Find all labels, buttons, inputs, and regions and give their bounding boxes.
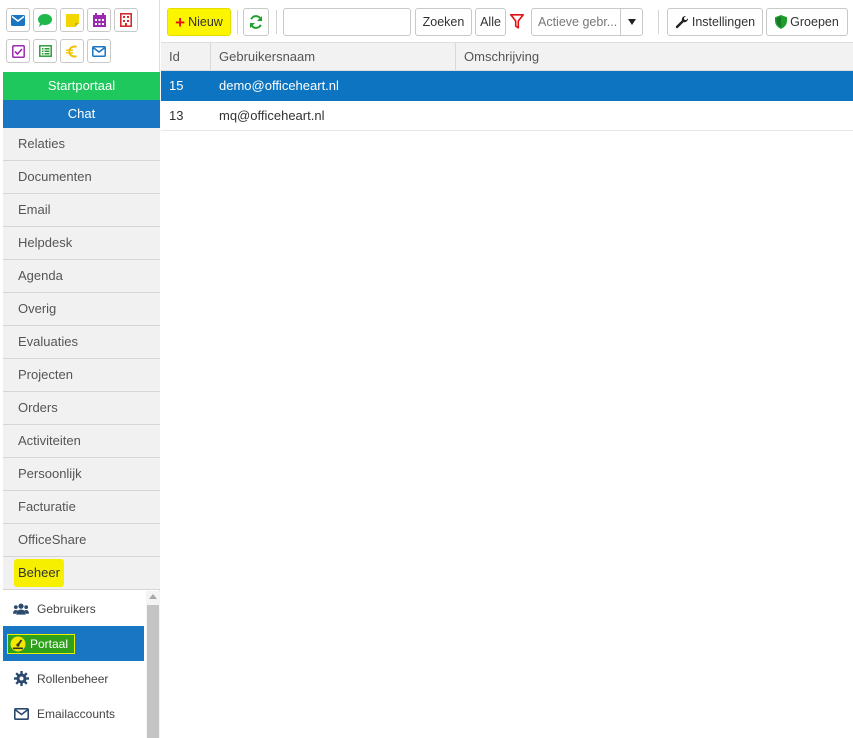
envelope-outline-icon[interactable] <box>87 39 111 63</box>
submenu-item-rollenbeheer[interactable]: Rollenbeheer <box>3 661 144 696</box>
menu-item-evaluaties[interactable]: Evaluaties <box>3 326 160 359</box>
sticky-note-icon[interactable] <box>60 8 84 32</box>
settings-button[interactable]: Instellingen <box>667 8 763 36</box>
submenu-item-label: Portaal <box>30 636 69 651</box>
menu-item-overig[interactable]: Overig <box>3 293 160 326</box>
mail-icon[interactable] <box>6 8 30 32</box>
menu-item-label: Orders <box>18 400 58 415</box>
groups-button-label: Groepen <box>790 15 839 29</box>
toolbar: + Nieuw Zoeken Alle Actieve gebr... Inst… <box>164 5 853 38</box>
menu-item-label: Activiteiten <box>18 433 81 448</box>
menu-item-helpdesk[interactable]: Helpdesk <box>3 227 160 260</box>
all-button[interactable]: Alle <box>475 8 506 36</box>
users-icon <box>13 601 29 617</box>
cell-id: 15 <box>169 78 184 93</box>
building-icon[interactable] <box>114 8 138 32</box>
new-button[interactable]: + Nieuw <box>167 8 231 36</box>
cell-username: demo@officeheart.nl <box>219 78 339 93</box>
beheer-submenu: Gebruikers Portaal Rollenbeheer Emailacc… <box>3 591 160 738</box>
scroll-thumb[interactable] <box>147 605 159 738</box>
submenu-item-label: Gebruikers <box>37 601 96 616</box>
chat-bubble-icon[interactable] <box>33 8 57 32</box>
scroll-up-arrow[interactable] <box>149 594 157 599</box>
users-table: Id Gebruikersnaam Omschrijving 15 demo@o… <box>161 42 853 131</box>
menu-item-label: Persoonlijk <box>18 466 82 481</box>
menu-item-label: Documenten <box>18 169 92 184</box>
menu-item-label: Relaties <box>18 136 65 151</box>
submenu-item-gebruikers[interactable]: Gebruikers <box>3 591 144 626</box>
menu-item-documenten[interactable]: Documenten <box>3 161 160 194</box>
menu-item-activiteiten[interactable]: Activiteiten <box>3 425 160 458</box>
menu-item-persoonlijk[interactable]: Persoonlijk <box>3 458 160 491</box>
plus-icon: + <box>175 12 186 32</box>
refresh-button[interactable] <box>243 8 269 36</box>
portaal-highlight: Portaal <box>7 633 76 654</box>
checkbox-icon[interactable] <box>6 39 30 63</box>
menu-item-relaties[interactable]: Relaties <box>3 128 160 161</box>
toolbar-divider <box>237 10 238 34</box>
user-filter-value: Actieve gebr... <box>538 15 618 29</box>
table-row[interactable]: 15 demo@officeheart.nl <box>161 71 853 101</box>
groups-button[interactable]: Groepen <box>766 8 848 36</box>
column-header-description[interactable]: Omschrijving <box>456 43 853 70</box>
main-menu: Relaties Documenten Email Helpdesk Agend… <box>3 128 160 590</box>
menu-item-beheer[interactable]: Beheer <box>3 557 160 590</box>
menu-item-label: Evaluaties <box>18 334 78 349</box>
menu-item-label: Helpdesk <box>18 235 73 250</box>
menu-item-label: Facturatie <box>18 499 76 514</box>
refresh-icon <box>249 15 263 29</box>
submenu-item-emailaccounts[interactable]: Emailaccounts <box>3 696 144 731</box>
dashboard-icon <box>10 636 26 652</box>
shield-icon <box>775 15 788 29</box>
column-header-id[interactable]: Id <box>161 43 211 70</box>
submenu-item-label: Emailaccounts <box>37 706 116 721</box>
menu-item-label: Overig <box>18 301 57 316</box>
toolbar-divider <box>276 10 277 34</box>
menu-item-label: Projecten <box>18 367 73 382</box>
menu-item-facturatie[interactable]: Facturatie <box>3 491 160 524</box>
toolbar-divider <box>658 10 659 34</box>
table-row[interactable]: 13 mq@officeheart.nl <box>161 101 853 131</box>
chevron-down-icon <box>620 9 642 35</box>
menu-item-email[interactable]: Email <box>3 194 160 227</box>
wrench-icon <box>675 15 689 29</box>
settings-button-label: Instellingen <box>691 15 756 29</box>
menu-item-agenda[interactable]: Agenda <box>3 260 160 293</box>
startportaal-button[interactable]: Startportaal <box>3 72 160 100</box>
table-header: Id Gebruikersnaam Omschrijving <box>161 42 853 71</box>
cell-id: 13 <box>169 108 184 123</box>
list-icon[interactable] <box>33 39 57 63</box>
menu-item-orders[interactable]: Orders <box>3 392 160 425</box>
menu-item-officeshare[interactable]: OfficeShare <box>3 524 160 557</box>
menu-item-label: Agenda <box>18 268 63 283</box>
submenu-scrollbar[interactable] <box>146 591 160 738</box>
cell-description <box>456 101 853 130</box>
cog-icon <box>13 671 29 687</box>
menu-item-label: OfficeShare <box>18 532 87 547</box>
submenu-item-label: Rollenbeheer <box>37 671 109 686</box>
filter-icon <box>510 14 524 32</box>
cell-description <box>456 71 853 100</box>
menu-item-label: Beheer <box>14 559 64 587</box>
calendar-icon[interactable] <box>87 8 111 32</box>
new-button-label: Nieuw <box>188 15 223 29</box>
quick-icons-row-1 <box>6 8 138 32</box>
column-header-username[interactable]: Gebruikersnaam <box>211 43 456 70</box>
cell-username: mq@officeheart.nl <box>219 108 325 123</box>
menu-item-projecten[interactable]: Projecten <box>3 359 160 392</box>
quick-icons-row-2 <box>6 39 111 63</box>
menu-item-label: Email <box>18 202 51 217</box>
envelope-icon <box>13 706 29 722</box>
search-button[interactable]: Zoeken <box>415 8 472 36</box>
search-input[interactable] <box>283 8 411 36</box>
chat-button[interactable]: Chat <box>3 100 160 128</box>
euro-icon[interactable] <box>60 39 84 63</box>
user-filter-select[interactable]: Actieve gebr... <box>531 8 643 36</box>
sidebar: Startportaal Chat Relaties Documenten Em… <box>0 0 160 738</box>
submenu-item-portaal[interactable]: Portaal <box>3 626 144 661</box>
